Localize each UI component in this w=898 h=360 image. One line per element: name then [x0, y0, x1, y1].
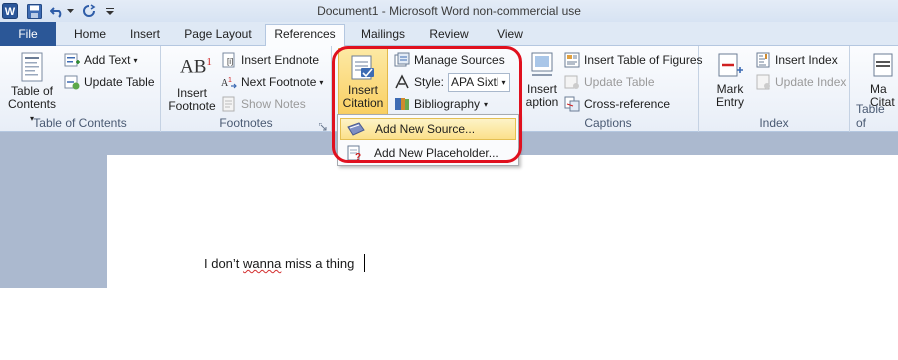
table-of-contents-icon	[21, 52, 43, 82]
bibliography-icon	[394, 96, 410, 112]
group-label-table-of-authorities: Table of	[856, 102, 885, 130]
insert-caption-button[interactable]: Insert aption	[522, 52, 562, 109]
next-footnote-button[interactable]: A1 Next Footnote ▾	[221, 72, 323, 92]
insert-footnote-label-2: Footnote	[168, 99, 216, 113]
svg-text:[i]: [i]	[227, 57, 233, 66]
add-new-placeholder-label: Add New Placeholder...	[374, 146, 499, 160]
add-placeholder-icon: ?	[346, 145, 364, 163]
insert-citation-button[interactable]: Insert Citation ▾	[338, 48, 388, 122]
style-label: Style:	[414, 75, 445, 89]
ribbon-tabs: File Home Insert Page Layout References …	[0, 22, 898, 47]
manage-sources-icon	[394, 52, 410, 68]
add-new-source-label: Add New Source...	[375, 122, 476, 136]
update-index-icon	[755, 74, 771, 90]
update-index-label: Update Index	[775, 75, 847, 89]
mark-citation-icon	[870, 52, 896, 80]
insert-endnote-icon: [i]	[221, 52, 237, 68]
next-footnote-label: Next Footnote	[241, 75, 317, 89]
svg-text:1: 1	[228, 77, 232, 84]
group-table-of-authorities: Ma Citat Table of	[850, 46, 898, 132]
next-footnote-icon: A1	[221, 74, 237, 90]
add-new-placeholder-menu-item[interactable]: ? Add New Placeholder...	[340, 142, 516, 164]
insert-table-of-figures-button[interactable]: Insert Table of Figures	[564, 50, 703, 70]
group-table-of-contents: Table of Contents ▾ Add Text ▾ Update Ta…	[0, 46, 161, 132]
mark-entry-button[interactable]: Mark Entry	[705, 52, 755, 109]
insert-index-icon	[755, 52, 771, 68]
insert-citation-dropdown-menu: Add New Source... ? Add New Placeholder.…	[337, 114, 519, 166]
add-new-source-menu-item[interactable]: Add New Source...	[340, 118, 516, 140]
mark-entry-icon	[715, 52, 745, 80]
tab-insert[interactable]: Insert	[120, 25, 170, 46]
insert-index-button[interactable]: Insert Index	[755, 50, 838, 70]
tab-home[interactable]: Home	[62, 25, 118, 46]
style-dropdown-value: APA Sixtl	[451, 75, 499, 89]
add-text-button[interactable]: Add Text ▾	[64, 50, 138, 70]
insert-endnote-button[interactable]: [i] Insert Endnote	[221, 50, 319, 70]
insert-footnote-icon: AB1	[180, 56, 212, 78]
group-label-captions: Captions	[584, 116, 632, 130]
group-label-index: Index	[759, 116, 789, 130]
insert-caption-label-2: aption	[525, 95, 559, 109]
insert-index-label: Insert Index	[775, 53, 838, 67]
tab-review[interactable]: Review	[420, 25, 478, 46]
manage-sources-label: Manage Sources	[414, 53, 505, 67]
update-table-captions-button[interactable]: Update Table	[564, 72, 655, 92]
bibliography-label: Bibliography	[414, 97, 481, 111]
update-index-button[interactable]: Update Index	[755, 72, 846, 92]
mark-citation-button[interactable]: Ma Citat	[870, 52, 898, 109]
misspelled-word[interactable]: wanna	[243, 256, 281, 271]
group-label-toc: Table of Contents	[33, 116, 127, 130]
footnotes-dialog-launcher-icon[interactable]	[318, 120, 327, 131]
show-notes-button[interactable]: Show Notes	[221, 94, 306, 114]
document-body-text[interactable]: I don’t wanna miss a thing	[204, 256, 354, 271]
insert-citation-label-2: Citation	[342, 96, 384, 110]
show-notes-label: Show Notes	[241, 97, 306, 111]
insert-endnote-label: Insert Endnote	[241, 53, 320, 67]
insert-footnote-button[interactable]: AB1 Insert Footnote	[165, 56, 219, 113]
chevron-down-icon: ▾	[501, 77, 506, 87]
update-table-button[interactable]: Update Table	[64, 72, 155, 92]
window-title: Document1 - Microsoft Word non-commercia…	[317, 4, 581, 18]
update-table-label: Update Table	[84, 75, 155, 89]
insert-caption-icon	[529, 52, 555, 80]
bibliography-button[interactable]: Bibliography ▾	[394, 94, 488, 114]
manage-sources-button[interactable]: Manage Sources	[394, 50, 505, 70]
insert-table-of-figures-label: Insert Table of Figures	[584, 53, 703, 67]
mark-entry-label-2: Entry	[715, 95, 744, 109]
chevron-down-icon: ▾	[319, 77, 324, 87]
table-of-contents-button[interactable]: Table of Contents ▾	[6, 52, 58, 125]
insert-table-of-figures-icon	[564, 52, 580, 68]
style-dropdown[interactable]: APA Sixtl ▾	[448, 72, 511, 92]
cross-reference-icon	[564, 96, 580, 112]
cross-reference-button[interactable]: Cross-reference	[564, 94, 670, 114]
add-text-label: Add Text	[84, 53, 131, 67]
add-text-icon	[64, 52, 80, 68]
update-table-icon	[564, 74, 580, 90]
group-label-footnotes: Footnotes	[219, 116, 273, 130]
title-bar: W Document1 - Microsoft Word non-commerc…	[0, 0, 898, 22]
update-table-icon	[64, 74, 80, 90]
show-notes-icon	[221, 96, 237, 112]
group-footnotes: AB1 Insert Footnote [i] Insert Endnote A…	[161, 46, 332, 132]
group-index: Mark Entry Insert Index Update Index Ind…	[699, 46, 850, 132]
table-of-contents-label-2: Contents	[7, 97, 57, 111]
tab-view[interactable]: View	[486, 25, 534, 46]
tab-page-layout[interactable]: Page Layout	[178, 25, 258, 46]
style-icon	[394, 74, 410, 90]
tab-references[interactable]: References	[265, 24, 345, 47]
text-cursor	[364, 254, 365, 272]
update-table-captions-label: Update Table	[584, 75, 655, 89]
insert-citation-icon	[349, 53, 377, 81]
chevron-down-icon: ▾	[133, 55, 138, 65]
document-text-2: miss a thing	[281, 256, 355, 271]
group-captions: Insert aption Insert Table of Figures Up…	[518, 46, 703, 132]
tab-mailings[interactable]: Mailings	[352, 25, 414, 46]
chevron-down-icon: ▾	[484, 99, 489, 109]
tab-file[interactable]: File	[0, 22, 56, 46]
document-text-1: I don’t	[204, 256, 244, 271]
style-selector: Style: APA Sixtl ▾	[394, 72, 511, 92]
add-source-icon	[347, 121, 365, 137]
svg-text:?: ?	[355, 152, 361, 161]
cross-reference-label: Cross-reference	[584, 97, 671, 111]
